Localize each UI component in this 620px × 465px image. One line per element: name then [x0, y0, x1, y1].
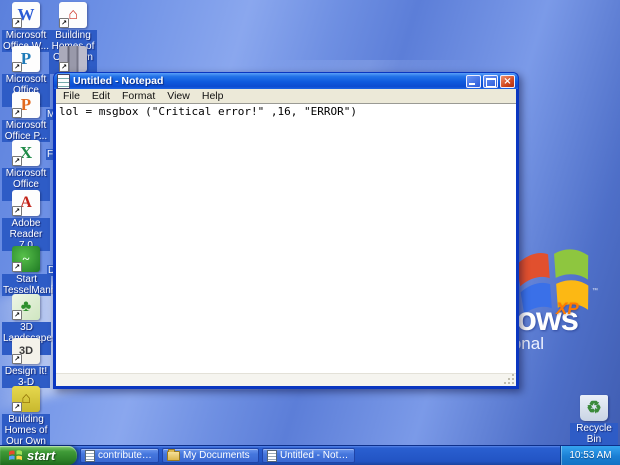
- powerpoint-icon: P: [12, 92, 40, 118]
- adobe-reader-icon: A: [12, 190, 40, 216]
- start-button[interactable]: start: [0, 446, 77, 465]
- taskbar-button-notepad[interactable]: Untitled - Notepad: [262, 448, 355, 463]
- window-frame: File Edit Format View Help lol = msgbox …: [53, 89, 519, 389]
- folder-icon: [167, 449, 180, 461]
- icon-label: Design It! 3-D: [2, 366, 50, 388]
- icon-label: Microsoft Office P...: [2, 120, 50, 142]
- leaf-icon: ♣: [12, 294, 40, 320]
- desktop-icon-design-it-3d[interactable]: 3D Design It! 3-D: [2, 338, 50, 390]
- word-icon: W: [12, 2, 40, 28]
- watermark-trademark: ™: [592, 288, 598, 294]
- notepad-window: Untitled - Notepad × File Edit Format Vi…: [53, 72, 519, 389]
- window-title: Untitled - Notepad: [73, 75, 164, 87]
- notepad-icon: [267, 449, 277, 462]
- menu-bar: File Edit Format View Help: [56, 89, 516, 103]
- clock[interactable]: 10:53 AM: [569, 450, 611, 461]
- desktop-icon-building-homes[interactable]: ⌂ Building Homes of Our Own: [2, 386, 50, 449]
- system-tray[interactable]: 10:53 AM: [560, 446, 620, 465]
- icon-label: Recycle Bin: [570, 423, 618, 445]
- maximize-button[interactable]: [483, 74, 498, 88]
- resize-grip[interactable]: [503, 374, 516, 386]
- desktop-icon-recycle-bin[interactable]: ♻ Recycle Bin: [570, 395, 618, 447]
- minimize-button[interactable]: [466, 74, 481, 88]
- notepad-icon: [57, 73, 70, 89]
- menu-file[interactable]: File: [57, 89, 86, 103]
- taskbar-button-contribute[interactable]: contribute : new instr...: [80, 448, 159, 463]
- notepad-text: lol = msgbox ("Critical error!" ,16, "ER…: [59, 105, 358, 118]
- menu-format[interactable]: Format: [116, 89, 161, 103]
- taskbar-button-my-documents[interactable]: My Documents: [162, 448, 259, 463]
- document-icon: [85, 449, 95, 462]
- start-label: start: [27, 448, 56, 463]
- horizontal-scrollbar[interactable]: [56, 373, 516, 386]
- menu-help[interactable]: Help: [196, 89, 230, 103]
- close-button[interactable]: ×: [500, 74, 515, 88]
- desktop-icon-adobe-reader[interactable]: A Adobe Reader 7.0: [2, 190, 50, 253]
- desktop-icon-tesselmania[interactable]: ~ Start TesselMania!: [2, 246, 62, 298]
- menu-view[interactable]: View: [161, 89, 196, 103]
- city-buildings-icon: [59, 46, 87, 72]
- design-3d-icon: 3D: [12, 338, 40, 364]
- excel-icon: X: [12, 140, 40, 166]
- recycle-bin-icon: ♻: [580, 395, 608, 421]
- desktop-icon-city[interactable]: [49, 46, 97, 72]
- text-area[interactable]: lol = msgbox ("Critical error!" ,16, "ER…: [56, 103, 516, 386]
- icon-label: Start TesselMania!: [2, 274, 62, 296]
- titlebar[interactable]: Untitled - Notepad ×: [53, 72, 519, 89]
- house-icon: ⌂: [59, 2, 87, 28]
- watermark-xp-text: XP: [556, 299, 579, 318]
- dragon-icon: ~: [12, 246, 40, 272]
- icon-label: Building Homes of Our Own: [2, 414, 50, 447]
- start-flag-icon: [9, 450, 22, 461]
- taskbar: start contribute : new instr... My Docum…: [0, 445, 620, 465]
- publisher-icon: P: [12, 46, 40, 72]
- menu-edit[interactable]: Edit: [86, 89, 116, 103]
- desktop-icon-powerpoint[interactable]: P Microsoft Office P...: [2, 92, 50, 144]
- house-icon: ⌂: [12, 386, 40, 412]
